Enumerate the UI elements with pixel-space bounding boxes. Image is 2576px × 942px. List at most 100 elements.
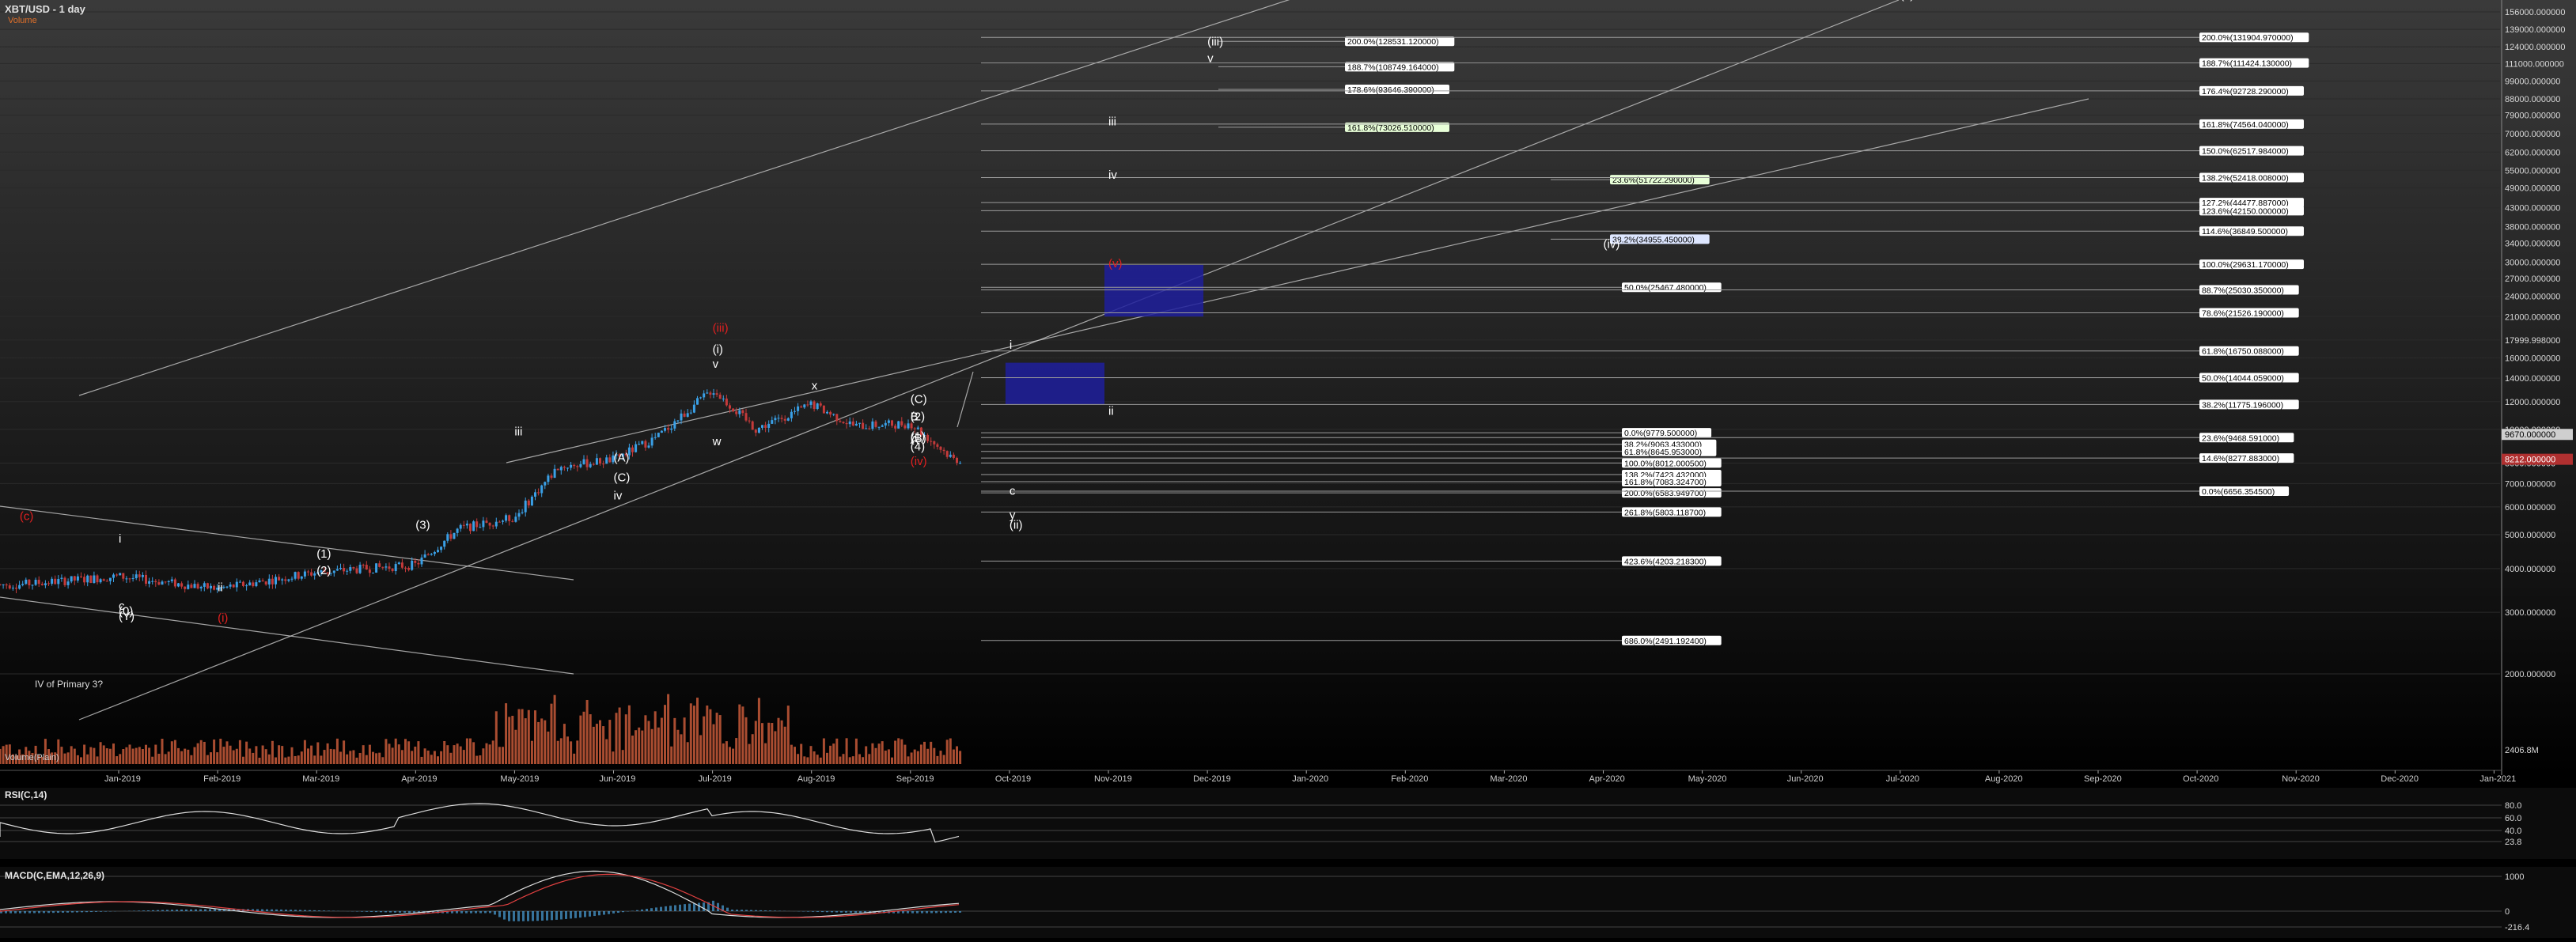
fib-right-label: 188.7%(111424.130000)	[2202, 59, 2292, 69]
rsi-tick-label: 80.0	[2505, 801, 2521, 811]
candle-body	[421, 558, 423, 565]
x-tick-label: Oct-2020	[2183, 774, 2218, 784]
candle-body	[794, 411, 796, 412]
volume-bar	[226, 741, 229, 764]
candle-body	[346, 571, 348, 572]
candle-body	[343, 568, 345, 571]
volume-bar	[518, 709, 521, 764]
candle-body	[605, 457, 608, 463]
candle-body	[654, 437, 657, 438]
volume-bar	[764, 743, 767, 764]
volume-bar	[878, 743, 881, 764]
volume-bar	[486, 743, 488, 764]
candle-body	[184, 587, 186, 589]
volume-bar	[252, 753, 254, 764]
volume-bar	[138, 747, 141, 764]
candle-body	[210, 586, 212, 588]
macd-histogram-bar	[764, 910, 767, 911]
candle-body	[437, 550, 439, 552]
macd-histogram-bar	[612, 911, 615, 914]
candle-body	[752, 422, 754, 430]
wave-label: iv	[614, 490, 623, 503]
macd-histogram-bar	[617, 911, 619, 913]
volume-bar	[366, 755, 368, 764]
volume-bar	[359, 753, 362, 764]
volume-bar	[446, 745, 449, 764]
volume-bar	[608, 720, 611, 764]
volume-bar	[923, 742, 926, 764]
volume-bar	[148, 747, 150, 764]
macd-label: MACD(C,EMA,12,26,9)	[5, 870, 104, 881]
macd-histogram-bar	[403, 911, 406, 913]
volume-bar	[378, 753, 381, 764]
macd-histogram-bar	[475, 911, 477, 914]
candle-body	[806, 404, 809, 405]
volume-bar	[492, 740, 494, 764]
candle-body	[508, 515, 510, 521]
candle-body	[787, 418, 790, 421]
volume-bar	[554, 695, 556, 764]
candle-body	[77, 577, 79, 581]
volume-bar	[369, 745, 371, 764]
macd-histogram-bar	[736, 910, 738, 911]
macd-tick-label: 0	[2505, 907, 2510, 917]
volume-bar	[586, 700, 589, 764]
last-price-label: 9670.000000	[2505, 430, 2555, 440]
volume-bar	[868, 754, 870, 764]
volume-bar	[573, 754, 575, 764]
candle-body	[651, 437, 653, 445]
volume-bar	[583, 712, 585, 764]
wave-label: (A)	[614, 451, 630, 464]
volume-bar	[116, 756, 118, 764]
candle-body	[255, 582, 257, 586]
wave-label: (v)	[1900, 0, 1915, 2]
volume-bar	[829, 746, 832, 764]
candle-body	[602, 463, 604, 464]
candle-body	[732, 409, 734, 412]
volume-bar	[97, 756, 99, 764]
candle-body	[259, 581, 261, 582]
volume-bar	[593, 727, 595, 764]
candle-body	[401, 562, 403, 568]
volume-bar	[891, 758, 893, 764]
volume-bar	[268, 755, 271, 764]
candle-body	[479, 527, 481, 528]
macd-histogram-bar	[90, 911, 93, 912]
volume-bar	[956, 746, 958, 764]
candle-body	[278, 577, 280, 580]
candle-body	[369, 569, 371, 573]
candle-body	[271, 579, 274, 584]
volume-bar	[508, 717, 510, 764]
volume-bar	[145, 745, 147, 764]
volume-bar	[852, 756, 854, 764]
candle-body	[936, 445, 938, 447]
macd-histogram-bar	[826, 911, 828, 912]
macd-histogram-bar	[294, 910, 297, 911]
volume-bar	[407, 741, 410, 764]
candle-body	[741, 410, 744, 413]
candle-body	[738, 410, 741, 414]
macd-histogram-bar	[574, 911, 577, 918]
macd-histogram-bar	[959, 911, 961, 913]
volume-bar	[903, 745, 906, 764]
volume-bar	[498, 747, 501, 764]
candle-body	[148, 581, 150, 584]
macd-histogram-bar	[52, 911, 55, 913]
macd-histogram-bar	[299, 910, 301, 911]
volume-bar	[664, 705, 666, 764]
rsi-panel-bg	[0, 788, 2576, 859]
volume-bar	[781, 721, 783, 764]
macd-histogram-bar	[290, 910, 292, 911]
volume-bar	[64, 754, 66, 764]
x-tick-label: May-2019	[500, 774, 539, 784]
volume-bar	[304, 740, 306, 764]
volume-bar	[495, 711, 498, 764]
wave-label: (2)	[316, 564, 331, 577]
candle-body	[676, 421, 679, 422]
macd-histogram-bar	[14, 911, 17, 914]
x-tick-label: Jul-2020	[1886, 774, 1919, 784]
volume-bar	[89, 747, 92, 764]
volume-bar	[790, 745, 793, 764]
volume-bar	[352, 750, 354, 764]
volume-bar	[881, 741, 884, 764]
